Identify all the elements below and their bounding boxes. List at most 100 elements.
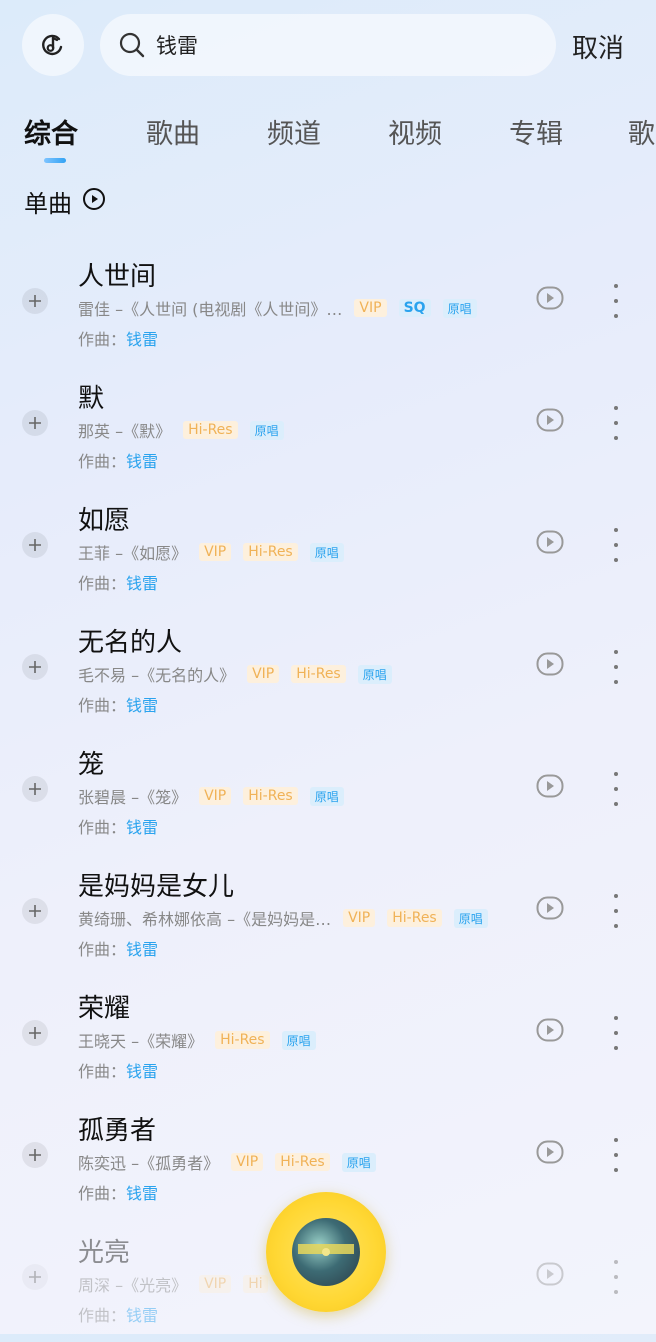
song-row[interactable]: 笼 张碧晨 –《笼》 VIP Hi-Res 原唱 作曲：钱雷 — [0, 744, 656, 854]
song-subtitle: 王晓天 –《荣耀》 Hi-Res 原唱 — [78, 1028, 316, 1052]
play-video-icon[interactable] — [536, 286, 564, 314]
quality-tag: 原唱 — [442, 298, 477, 318]
tab-channels[interactable]: 频道 — [267, 112, 321, 151]
song-subtitle: 黄绮珊、希林娜依高 –《是妈妈是… VIP Hi-Res 原唱 — [78, 906, 488, 930]
quality-tag: Hi-Res — [291, 665, 346, 683]
more-options-icon[interactable] — [608, 772, 624, 806]
add-icon[interactable] — [22, 532, 48, 558]
composer-name[interactable]: 钱雷 — [126, 696, 158, 715]
music-recognition-button[interactable] — [22, 14, 84, 76]
composer-line: 作曲：钱雷 — [78, 326, 158, 350]
quality-tag: 原唱 — [249, 420, 284, 440]
song-subtitle: 毛不易 –《无名的人》 VIP Hi-Res 原唱 — [78, 662, 392, 686]
add-icon[interactable] — [22, 288, 48, 314]
composer-line: 作曲：钱雷 — [78, 1302, 158, 1326]
song-subtitle: 陈奕迅 –《孤勇者》 VIP Hi-Res 原唱 — [78, 1150, 376, 1174]
play-video-icon[interactable] — [536, 896, 564, 924]
song-row[interactable]: 荣耀 王晓天 –《荣耀》 Hi-Res 原唱 作曲：钱雷 — [0, 988, 656, 1098]
composer-label: 作曲： — [78, 1062, 127, 1081]
more-options-icon[interactable] — [608, 1016, 624, 1050]
add-icon[interactable] — [22, 1142, 48, 1168]
quality-tag: VIP — [199, 543, 232, 561]
song-subtitle: 王菲 –《如愿》 VIP Hi-Res 原唱 — [78, 540, 344, 564]
composer-name[interactable]: 钱雷 — [126, 574, 158, 593]
tab-songs[interactable]: 歌曲 — [146, 112, 200, 151]
quality-tag: 原唱 — [281, 1030, 316, 1050]
composer-label: 作曲： — [78, 574, 127, 593]
more-options-icon[interactable] — [608, 894, 624, 928]
composer-name[interactable]: 钱雷 — [126, 452, 158, 471]
composer-name[interactable]: 钱雷 — [126, 1184, 158, 1203]
song-subtitle: 雷佳 –《人世间 (电视剧《人世间》… VIP SQ 原唱 — [78, 296, 477, 320]
song-title: 笼 — [78, 750, 105, 780]
quality-tag: 原唱 — [341, 1152, 376, 1172]
add-icon[interactable] — [22, 776, 48, 802]
section-header-singles: 单曲 — [24, 184, 106, 219]
composer-label: 作曲： — [78, 940, 127, 959]
tab-albums[interactable]: 专辑 — [509, 112, 563, 151]
play-video-icon[interactable] — [536, 1262, 564, 1290]
more-options-icon[interactable] — [608, 1260, 624, 1294]
song-title: 是妈妈是女儿 — [78, 872, 235, 902]
quality-tag: VIP — [343, 909, 376, 927]
song-title: 如愿 — [78, 506, 131, 536]
search-input[interactable]: 钱雷 — [156, 30, 198, 60]
more-options-icon[interactable] — [608, 650, 624, 684]
music-recognition-icon — [42, 34, 63, 56]
more-options-icon[interactable] — [608, 1138, 624, 1172]
play-video-icon[interactable] — [536, 774, 564, 802]
search-bar[interactable]: 钱雷 — [100, 14, 556, 76]
quality-tag: Hi-Res — [243, 787, 298, 805]
composer-line: 作曲：钱雷 — [78, 1058, 158, 1082]
search-icon — [118, 31, 146, 59]
composer-name[interactable]: 钱雷 — [126, 1306, 158, 1325]
quality-tag: VIP — [199, 1275, 232, 1293]
artist-album: 张碧晨 –《笼》 — [78, 788, 188, 807]
quality-tag: 原唱 — [309, 542, 344, 562]
tab-all[interactable]: 综合 — [24, 112, 78, 151]
composer-name[interactable]: 钱雷 — [126, 1062, 158, 1081]
cancel-button[interactable]: 取消 — [572, 28, 624, 65]
more-options-icon[interactable] — [608, 406, 624, 440]
composer-line: 作曲：钱雷 — [78, 692, 158, 716]
composer-name[interactable]: 钱雷 — [126, 940, 158, 959]
mini-player[interactable] — [266, 1192, 386, 1312]
song-row[interactable]: 如愿 王菲 –《如愿》 VIP Hi-Res 原唱 作曲：钱雷 — [0, 500, 656, 610]
more-options-icon[interactable] — [608, 284, 624, 318]
artist-album: 雷佳 –《人世间 (电视剧《人世间》… — [78, 300, 343, 319]
play-video-icon[interactable] — [536, 652, 564, 680]
add-icon[interactable] — [22, 654, 48, 680]
song-row[interactable]: 是妈妈是女儿 黄绮珊、希林娜依高 –《是妈妈是… VIP Hi-Res 原唱 作曲：… — [0, 866, 656, 976]
add-icon[interactable] — [22, 898, 48, 924]
composer-name[interactable]: 钱雷 — [126, 818, 158, 837]
song-row[interactable]: 默 那英 –《默》 Hi-Res 原唱 作曲：钱雷 — [0, 378, 656, 488]
artist-album: 王晓天 –《荣耀》 — [78, 1032, 204, 1051]
play-video-icon[interactable] — [536, 530, 564, 558]
composer-line: 作曲：钱雷 — [78, 814, 158, 838]
song-title: 孤勇者 — [78, 1116, 157, 1146]
quality-tag: Hi-Res — [215, 1031, 270, 1049]
artist-album: 黄绮珊、希林娜依高 –《是妈妈是… — [78, 910, 332, 929]
composer-line: 作曲：钱雷 — [78, 1180, 158, 1204]
quality-tag: Hi-Res — [183, 421, 238, 439]
album-cover-disc — [292, 1218, 360, 1286]
composer-label: 作曲： — [78, 1184, 127, 1203]
artist-album: 周深 –《光亮》 — [78, 1276, 188, 1295]
quality-tag: 原唱 — [453, 908, 488, 928]
song-row[interactable]: 人世间 雷佳 –《人世间 (电视剧《人世间》… VIP SQ 原唱 作曲：钱雷 — [0, 256, 656, 366]
play-all-icon[interactable] — [82, 187, 106, 217]
play-video-icon[interactable] — [536, 1140, 564, 1168]
add-icon[interactable] — [22, 410, 48, 436]
play-video-icon[interactable] — [536, 408, 564, 436]
more-options-icon[interactable] — [608, 528, 624, 562]
quality-tag: 原唱 — [309, 786, 344, 806]
tab-videos[interactable]: 视频 — [388, 112, 442, 151]
play-video-icon[interactable] — [536, 1018, 564, 1046]
tab-more[interactable]: 歌 — [628, 112, 655, 151]
composer-name[interactable]: 钱雷 — [126, 330, 158, 349]
add-icon[interactable] — [22, 1264, 48, 1290]
song-row[interactable]: 无名的人 毛不易 –《无名的人》 VIP Hi-Res 原唱 作曲：钱雷 — [0, 622, 656, 732]
top-bar: 钱雷 取消 — [0, 0, 656, 92]
add-icon[interactable] — [22, 1020, 48, 1046]
composer-line: 作曲：钱雷 — [78, 570, 158, 594]
